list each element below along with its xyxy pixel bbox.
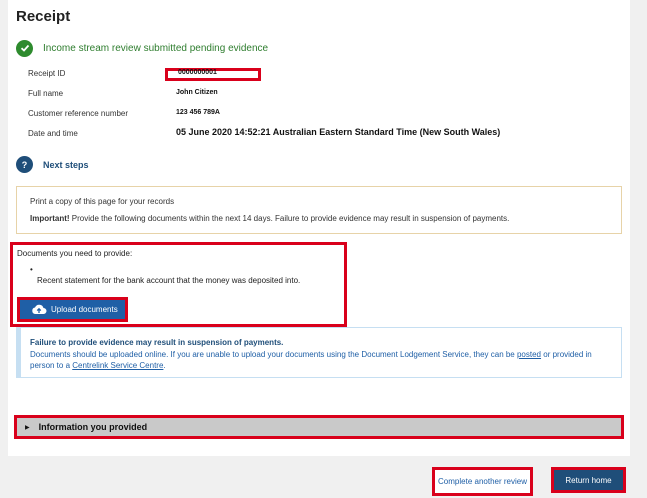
detail-label: Date and time — [28, 129, 78, 138]
status-banner: Income stream review submitted pending e… — [8, 36, 318, 60]
warning-title: Failure to provide evidence may result i… — [30, 338, 284, 347]
accordion-label: Information you provided — [38, 422, 148, 432]
important-label: Important! — [30, 214, 70, 223]
complete-another-review-button[interactable]: Complete another review — [432, 467, 533, 496]
receipt-id-value: 0000000001 — [178, 69, 217, 76]
date-time-value: 05 June 2020 14:52:21 Australian Eastern… — [176, 127, 501, 137]
status-message: Income stream review submitted pending e… — [43, 42, 269, 54]
cloud-upload-icon — [32, 304, 47, 314]
important-notice: Print a copy of this page for your recor… — [16, 186, 622, 234]
information-provided-accordion[interactable]: ▶ Information you provided — [14, 415, 624, 439]
warning-text-part: . — [163, 361, 166, 370]
receipt-details: Receipt ID 0000000001 Full name John Cit… — [28, 66, 628, 146]
detail-row-receipt-id: Receipt ID 0000000001 — [28, 66, 628, 86]
detail-label: Full name — [28, 89, 64, 98]
detail-row-crn: Customer reference number 123 456 789A — [28, 106, 628, 126]
detail-row-full-name: Full name John Citizen — [28, 86, 628, 106]
print-note: Print a copy of this page for your recor… — [30, 197, 175, 206]
important-line: Important! Provide the following documen… — [30, 214, 509, 223]
return-home-button[interactable]: Return home — [551, 467, 626, 493]
important-text: Provide the following documents within t… — [69, 214, 510, 223]
page-title: Receipt — [16, 8, 71, 25]
check-circle-icon — [16, 39, 33, 57]
documents-title: Documents you need to provide: — [17, 249, 133, 258]
detail-row-date-time: Date and time 05 June 2020 14:52:21 Aust… — [28, 126, 628, 146]
next-steps-heading: ? Next steps — [16, 156, 89, 173]
list-item: Recent statement for the bank account th… — [37, 276, 301, 285]
list-bullet: • — [30, 265, 33, 274]
documents-required-box: Documents you need to provide: • Recent … — [10, 242, 347, 327]
warning-text-part: Documents should be uploaded online. If … — [30, 350, 517, 359]
upload-documents-button[interactable]: Upload documents — [17, 297, 128, 322]
caret-right-icon: ▶ — [25, 424, 30, 431]
crn-value: 123 456 789A — [176, 109, 220, 116]
detail-label: Customer reference number — [28, 109, 129, 118]
upload-documents-label: Upload documents — [51, 305, 118, 314]
detail-label: Receipt ID — [28, 69, 66, 78]
evidence-warning: Failure to provide evidence may result i… — [16, 327, 622, 378]
warning-text: Documents should be uploaded online. If … — [30, 349, 615, 371]
full-name-value: John Citizen — [176, 89, 218, 96]
posted-link[interactable]: posted — [517, 350, 541, 359]
next-steps-title: Next steps — [43, 159, 89, 170]
question-circle-icon: ? — [16, 156, 33, 173]
centrelink-service-centre-link[interactable]: Centrelink Service Centre — [72, 361, 163, 370]
